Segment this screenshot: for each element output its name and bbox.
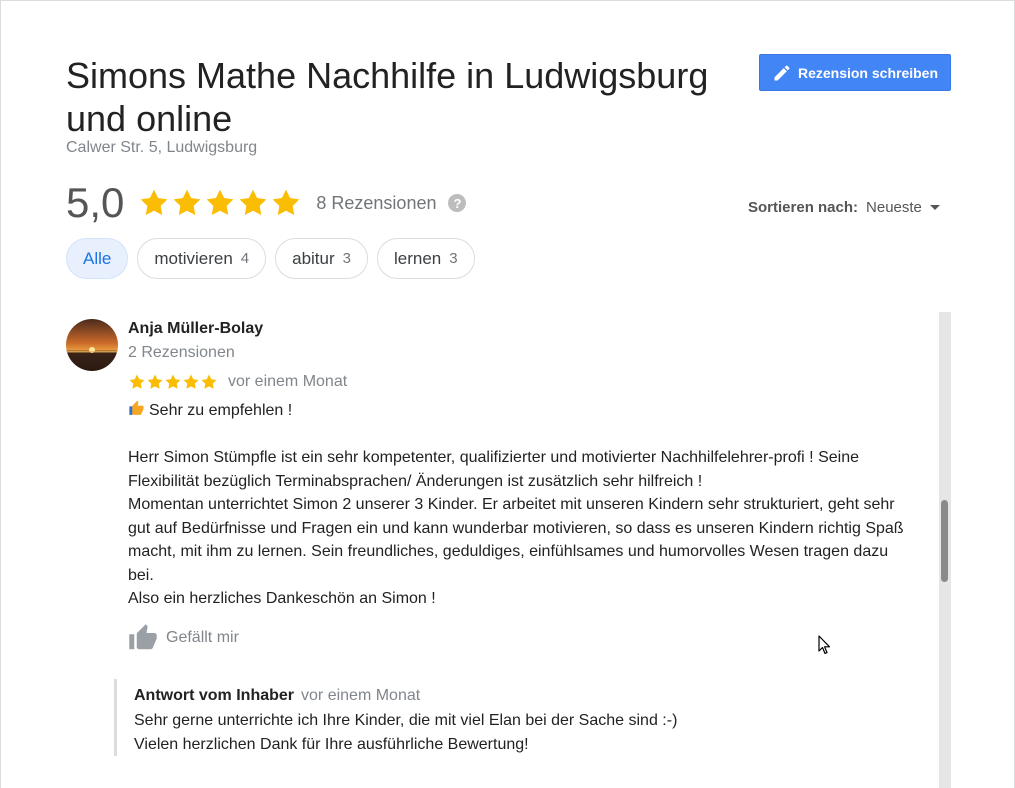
- caret-down-icon: [929, 205, 940, 210]
- star-icon: [141, 189, 168, 216]
- chip-motivieren[interactable]: motivieren 4: [137, 238, 267, 279]
- owner-reply-text: Sehr gerne unterrichte ich Ihre Kinder, …: [134, 709, 874, 756]
- rating-stars: [138, 187, 302, 219]
- help-icon[interactable]: ?: [448, 194, 467, 212]
- reviewer-review-count: 2 Rezensionen: [128, 344, 235, 361]
- chip-count: 3: [342, 250, 351, 267]
- sunset-avatar-image: [66, 319, 118, 371]
- review-paragraph: Momentan unterrichtet Simon 2 unserer 3 …: [128, 496, 904, 584]
- owner-reply-header: Antwort vom Inhaber vor einem Monat: [134, 686, 874, 706]
- review-rating: vor einem Monat: [128, 373, 347, 391]
- thumbs-up-icon: [129, 624, 157, 650]
- review-date: vor einem Monat: [228, 373, 348, 390]
- chip-label: abitur: [292, 248, 335, 268]
- star-icon: [201, 374, 217, 389]
- business-title: Simons Mathe Nachhilfe in Ludwigsburg un…: [66, 55, 709, 139]
- mouse-cursor-icon: [818, 635, 831, 655]
- review-paragraph: Herr Simon Stümpfle ist ein sehr kompete…: [128, 449, 859, 490]
- write-review-label: Rezension schreiben: [797, 64, 939, 81]
- sort-label: Sortieren nach:: [748, 199, 859, 216]
- business-address: Calwer Str. 5, Ludwigsburg: [66, 139, 258, 156]
- review-stars: [128, 373, 218, 391]
- chip-label: lernen: [394, 248, 442, 268]
- chip-alle[interactable]: Alle: [66, 238, 129, 279]
- like-button[interactable]: Gefällt mir: [128, 623, 239, 653]
- chip-count: 4: [240, 250, 250, 267]
- owner-reply-label: Antwort vom Inhaber: [134, 687, 295, 704]
- owner-reply: Antwort vom Inhaber vor einem Monat Sehr…: [114, 679, 874, 756]
- star-icon: [165, 374, 181, 389]
- review-paragraph: Also ein herzliches Dankeschön an Simon …: [128, 590, 436, 607]
- star-icon: [240, 189, 267, 216]
- like-label: Gefällt mir: [166, 629, 239, 646]
- star-icon: [147, 374, 163, 389]
- star-icon: [273, 189, 300, 216]
- sort-value: Neueste: [866, 199, 922, 216]
- reviewer-name[interactable]: Anja Müller-Bolay: [128, 320, 263, 338]
- topic-filter-chips: Alle motivieren 4 abitur 3 lernen 3: [66, 238, 475, 279]
- star-icon: [207, 189, 234, 216]
- chip-count: 3: [449, 250, 458, 267]
- rating-summary: 5,0 8 Rezensionen ?: [66, 179, 467, 226]
- star-icon: [174, 189, 201, 216]
- owner-reply-line: Sehr gerne unterrichte ich Ihre Kinder, …: [134, 712, 678, 729]
- owner-reply-line: Vielen herzlichen Dank für Ihre ausführl…: [134, 735, 529, 753]
- review-count[interactable]: 8 Rezensionen: [316, 193, 436, 214]
- chip-label: motivieren: [154, 248, 233, 268]
- review-text: Sehr zu empfehlen ! Herr Simon Stümpfle …: [128, 399, 918, 611]
- chip-abitur[interactable]: abitur 3: [275, 238, 368, 279]
- review-headline-line: Sehr zu empfehlen !: [128, 399, 918, 423]
- star-icon: [129, 374, 145, 389]
- write-review-button[interactable]: Rezension schreiben: [759, 54, 951, 91]
- scrollbar-thumb[interactable]: [941, 500, 948, 582]
- owner-reply-date: vor einem Monat: [301, 687, 421, 704]
- review-headline: Sehr zu empfehlen !: [149, 402, 293, 419]
- sort-dropdown[interactable]: Sortieren nach: Neueste: [748, 199, 940, 216]
- thumbs-up-emoji-icon: [129, 400, 144, 415]
- reviews-scrollbar[interactable]: [939, 312, 951, 788]
- star-icon: [183, 374, 199, 389]
- avatar[interactable]: [66, 319, 118, 371]
- chip-label: Alle: [83, 248, 112, 268]
- rating-value: 5,0: [66, 179, 125, 226]
- chip-lernen[interactable]: lernen 3: [377, 238, 475, 279]
- pencil-icon: [774, 64, 790, 80]
